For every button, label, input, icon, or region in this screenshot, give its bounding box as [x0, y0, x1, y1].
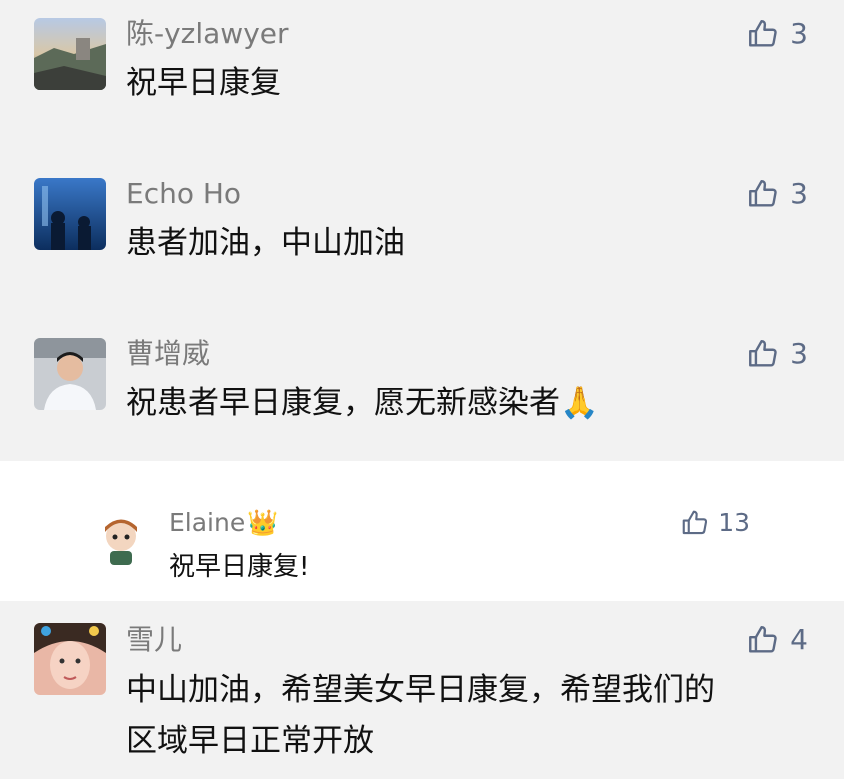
avatar[interactable] [34, 18, 106, 90]
avatar[interactable] [34, 178, 106, 250]
comment-author[interactable]: 曹增威 [126, 336, 210, 372]
comment-author[interactable]: 雪儿 [126, 622, 182, 658]
comment-item: Echo Ho 患者加油，中山加油 3 [0, 160, 844, 320]
comment-text: 祝早日康复 [126, 65, 281, 101]
like-count: 3 [790, 17, 808, 50]
thumbs-up-icon [749, 180, 777, 207]
avatar[interactable] [34, 338, 106, 410]
comment-text: 中山加油，希望美女早日康复，希望我们的 区域早日正常开放 [126, 665, 715, 767]
comment-text-line: 区域早日正常开放 [126, 723, 374, 759]
crown-emoji: 👑 [247, 508, 279, 537]
avatar[interactable] [34, 623, 106, 695]
comment-item: 陈-yzlawyer 祝早日康复 3 [0, 0, 844, 160]
comment-item: 曹增威 祝患者早日康复，愿无新感染者🙏 3 [0, 320, 844, 461]
comment-text-line: 中山加油，希望美女早日康复，希望我们的 [126, 672, 715, 708]
comment-text: 患者加油，中山加油 [126, 225, 405, 261]
thumbs-up-icon [749, 626, 777, 653]
comment-text: 祝患者早日康复，愿无新感染者🙏 [126, 378, 599, 429]
like-count: 3 [790, 177, 808, 210]
comment-author[interactable]: Echo Ho [126, 176, 241, 212]
like-button[interactable]: 3 [746, 336, 808, 372]
thumbs-up-icon [682, 510, 708, 535]
like-button[interactable]: 4 [746, 622, 808, 658]
author-reply: Elaine 👑 祝早日康复! 13 [60, 461, 784, 601]
like-count: 3 [790, 337, 808, 370]
thumbs-up-icon [749, 340, 777, 367]
comment-item: 雪儿 中山加油，希望美女早日康复，希望我们的 区域早日正常开放 4 [0, 601, 844, 779]
reply-author-name: Elaine [169, 508, 246, 537]
reply-text: 祝早日康复! [169, 552, 310, 582]
like-count: 13 [718, 508, 750, 537]
avatar[interactable] [91, 510, 151, 570]
comment-text-body: 祝患者早日康复，愿无新感染者 [126, 385, 560, 421]
like-button[interactable]: 3 [746, 176, 808, 212]
like-count: 4 [790, 623, 808, 656]
like-button[interactable]: 3 [746, 16, 808, 52]
thumbs-up-icon [749, 20, 777, 47]
praying-hands-emoji: 🙏 [560, 385, 599, 421]
reply-author[interactable]: Elaine 👑 [169, 507, 278, 539]
comment-author[interactable]: 陈-yzlawyer [126, 16, 289, 52]
like-button[interactable]: 13 [680, 507, 750, 539]
